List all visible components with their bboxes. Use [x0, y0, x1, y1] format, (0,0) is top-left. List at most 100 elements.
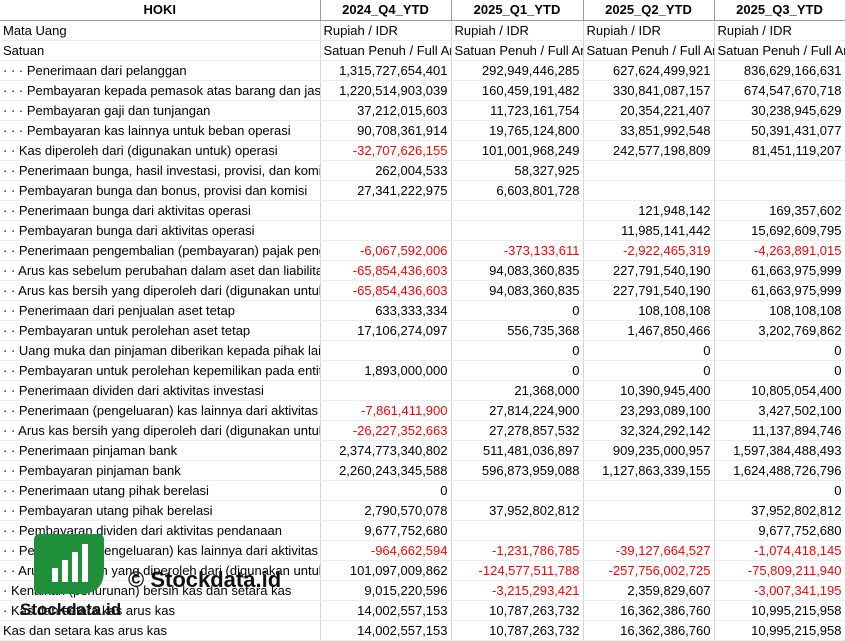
value-cell[interactable]: 0: [583, 360, 715, 381]
row-label[interactable]: · · Pembayaran utang pihak berelasi: [0, 500, 321, 521]
value-cell[interactable]: -65,854,436,603: [320, 260, 452, 281]
value-cell[interactable]: [451, 480, 584, 501]
value-cell[interactable]: 81,451,119,207: [714, 140, 845, 161]
value-cell[interactable]: -75,809,211,940: [714, 560, 845, 581]
row-label[interactable]: · · · Pembayaran kepada pemasok atas bar…: [0, 80, 321, 101]
value-cell[interactable]: -65,854,436,603: [320, 280, 452, 301]
value-cell[interactable]: 121,948,142: [583, 200, 715, 221]
value-cell[interactable]: 94,083,360,835: [451, 280, 584, 301]
value-cell[interactable]: 0: [451, 300, 584, 321]
value-cell[interactable]: 627,624,499,921: [583, 60, 715, 81]
value-cell[interactable]: 1,467,850,466: [583, 320, 715, 341]
value-cell[interactable]: Satuan Penuh / Full Amount: [714, 40, 845, 61]
value-cell[interactable]: 50,391,431,077: [714, 120, 845, 141]
period-header[interactable]: 2025_Q1_YTD: [451, 0, 584, 21]
value-cell[interactable]: -2,922,465,319: [583, 240, 715, 261]
value-cell[interactable]: 2,790,570,078: [320, 500, 452, 521]
value-cell[interactable]: 101,097,009,862: [320, 560, 452, 581]
row-label[interactable]: · · · Penerimaan dari pelanggan: [0, 60, 321, 81]
value-cell[interactable]: 16,362,386,760: [583, 620, 715, 641]
value-cell[interactable]: [714, 180, 845, 201]
value-cell[interactable]: [583, 500, 715, 521]
value-cell[interactable]: Rupiah / IDR: [583, 20, 715, 41]
row-label[interactable]: · · Penerimaan bunga, hasil investasi, p…: [0, 160, 321, 181]
value-cell[interactable]: -26,227,352,663: [320, 420, 452, 441]
value-cell[interactable]: -1,231,786,785: [451, 540, 584, 561]
value-cell[interactable]: 21,368,000: [451, 380, 584, 401]
value-cell[interactable]: 101,001,968,249: [451, 140, 584, 161]
value-cell[interactable]: 836,629,166,631: [714, 60, 845, 81]
value-cell[interactable]: 32,324,292,142: [583, 420, 715, 441]
row-label[interactable]: Mata Uang: [0, 20, 321, 41]
value-cell[interactable]: Rupiah / IDR: [714, 20, 845, 41]
value-cell[interactable]: -257,756,002,725: [583, 560, 715, 581]
value-cell[interactable]: 9,015,220,596: [320, 580, 452, 601]
value-cell[interactable]: [320, 380, 452, 401]
value-cell[interactable]: 14,002,557,153: [320, 600, 452, 621]
value-cell[interactable]: 1,220,514,903,039: [320, 80, 452, 101]
value-cell[interactable]: 16,362,386,760: [583, 600, 715, 621]
value-cell[interactable]: 10,995,215,958: [714, 600, 845, 621]
value-cell[interactable]: -39,127,664,527: [583, 540, 715, 561]
value-cell[interactable]: Satuan Penuh / Full Amount: [320, 40, 452, 61]
value-cell[interactable]: 27,341,222,975: [320, 180, 452, 201]
value-cell[interactable]: 15,692,609,795: [714, 220, 845, 241]
value-cell[interactable]: [320, 340, 452, 361]
row-label[interactable]: · · Pembayaran bunga dan bonus, provisi …: [0, 180, 321, 201]
value-cell[interactable]: Satuan Penuh / Full Amount: [451, 40, 584, 61]
row-label[interactable]: · · Arus kas bersih yang diperoleh dari …: [0, 280, 321, 301]
value-cell[interactable]: 90,708,361,914: [320, 120, 452, 141]
value-cell[interactable]: Satuan Penuh / Full Amount: [583, 40, 715, 61]
value-cell[interactable]: 909,235,000,957: [583, 440, 715, 461]
value-cell[interactable]: 1,624,488,726,796: [714, 460, 845, 481]
row-label[interactable]: · · Penerimaan dividen dari aktivitas in…: [0, 380, 321, 401]
value-cell[interactable]: 633,333,334: [320, 300, 452, 321]
value-cell[interactable]: 227,791,540,190: [583, 260, 715, 281]
value-cell[interactable]: 10,390,945,400: [583, 380, 715, 401]
value-cell[interactable]: [583, 160, 715, 181]
value-cell[interactable]: 23,293,089,100: [583, 400, 715, 421]
value-cell[interactable]: 10,805,054,400: [714, 380, 845, 401]
value-cell[interactable]: 3,427,502,100: [714, 400, 845, 421]
value-cell[interactable]: 1,597,384,488,493: [714, 440, 845, 461]
value-cell[interactable]: -964,662,594: [320, 540, 452, 561]
value-cell[interactable]: 160,459,191,482: [451, 80, 584, 101]
row-label[interactable]: · · Penerimaan utang pihak berelasi: [0, 480, 321, 501]
value-cell[interactable]: 37,212,015,603: [320, 100, 452, 121]
value-cell[interactable]: [451, 220, 584, 241]
row-label[interactable]: · · Kas diperoleh dari (digunakan untuk)…: [0, 140, 321, 161]
value-cell[interactable]: [714, 160, 845, 181]
row-label[interactable]: · · Pembayaran untuk perolehan kepemilik…: [0, 360, 321, 381]
value-cell[interactable]: 227,791,540,190: [583, 280, 715, 301]
row-label[interactable]: · · · Pembayaran kas lainnya untuk beban…: [0, 120, 321, 141]
row-label[interactable]: · · Pembayaran pinjaman bank: [0, 460, 321, 481]
value-cell[interactable]: 0: [714, 340, 845, 361]
value-cell[interactable]: -3,007,341,195: [714, 580, 845, 601]
value-cell[interactable]: 20,354,221,407: [583, 100, 715, 121]
value-cell[interactable]: [320, 220, 452, 241]
value-cell[interactable]: 27,278,857,532: [451, 420, 584, 441]
row-label[interactable]: · · Penerimaan (pengeluaran) kas lainnya…: [0, 400, 321, 421]
value-cell[interactable]: -4,263,891,015: [714, 240, 845, 261]
value-cell[interactable]: 262,004,533: [320, 160, 452, 181]
value-cell[interactable]: 61,663,975,999: [714, 260, 845, 281]
value-cell[interactable]: -32,707,626,155: [320, 140, 452, 161]
value-cell[interactable]: 10,787,263,732: [451, 620, 584, 641]
value-cell[interactable]: 1,127,863,339,155: [583, 460, 715, 481]
value-cell[interactable]: 0: [714, 360, 845, 381]
value-cell[interactable]: 10,995,215,958: [714, 620, 845, 641]
value-cell[interactable]: [451, 520, 584, 541]
value-cell[interactable]: 1,893,000,000: [320, 360, 452, 381]
value-cell[interactable]: 9,677,752,680: [320, 520, 452, 541]
period-header[interactable]: 2025_Q2_YTD: [583, 0, 715, 21]
row-label[interactable]: · · Pembayaran bunga dari aktivitas oper…: [0, 220, 321, 241]
value-cell[interactable]: 94,083,360,835: [451, 260, 584, 281]
value-cell[interactable]: 33,851,992,548: [583, 120, 715, 141]
value-cell[interactable]: 58,327,925: [451, 160, 584, 181]
value-cell[interactable]: Rupiah / IDR: [451, 20, 584, 41]
value-cell[interactable]: 242,577,198,809: [583, 140, 715, 161]
value-cell[interactable]: 19,765,124,800: [451, 120, 584, 141]
value-cell[interactable]: 11,137,894,746: [714, 420, 845, 441]
value-cell[interactable]: Rupiah / IDR: [320, 20, 452, 41]
value-cell[interactable]: 14,002,557,153: [320, 620, 452, 641]
